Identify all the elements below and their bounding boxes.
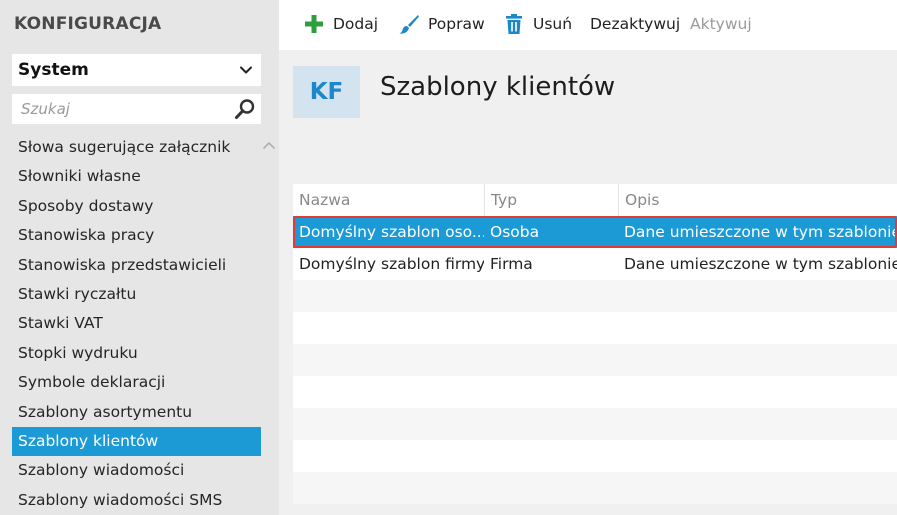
sidebar-item[interactable]: Szablony wiadomości SMS [12,486,261,515]
app-title: KONFIGURACJA [14,14,162,34]
brush-icon [399,15,419,34]
empty-row [293,472,897,504]
cell-name: Domyślny szablon oso... [299,223,484,241]
page-title: Szablony klientów [380,72,616,102]
cell-type: Osoba [490,223,540,241]
cell-type: Firma [490,255,533,273]
sidebar-item[interactable]: Stanowiska przedstawicieli [12,251,261,280]
activate-label: Aktywuj [690,15,752,33]
sidebar-item[interactable]: Słowniki własne [12,162,261,191]
grid-body: Domyślny szablon oso... Osoba Dane umieszc… [293,216,897,504]
delete-label: Usuń [533,15,573,33]
delete-button[interactable]: Usuń [503,12,572,36]
sidebar-item[interactable]: Symbole deklaracji [12,368,261,397]
table-row[interactable]: Domyślny szablon firmy Firma Dane umieszcz… [293,248,897,280]
sidebar: KONFIGURACJA System Słowa sugerujące zał… [0,0,279,515]
section-select-value: System [18,60,89,80]
sidebar-item[interactable]: Stopki wydruku [12,339,261,368]
edit-button[interactable]: Popraw [398,12,485,36]
sidebar-item[interactable]: Szablony klientów [12,426,261,457]
activate-button[interactable]: Aktywuj [690,12,752,36]
empty-row [293,376,897,408]
sidebar-item[interactable]: Sposoby dostawy [12,192,261,221]
column-header-type[interactable]: Typ [484,184,618,216]
chevron-down-icon [240,66,252,74]
templates-grid: Nazwa Typ Opis Domyślny szablon oso... Os… [293,184,897,515]
empty-row [293,344,897,376]
plus-icon [305,15,323,33]
empty-row [293,312,897,344]
column-header-name[interactable]: Nazwa [293,184,484,216]
sidebar-item[interactable]: Szablony asortymentu [12,398,261,427]
empty-row [293,440,897,472]
search-box [12,94,261,124]
sidebar-list: Słowa sugerujące załącznik Słowniki własn… [12,133,261,515]
column-header-description[interactable]: Opis [618,184,897,216]
toolbar: Dodaj Popraw Usuń Dezaktywuj Aktywuj [279,0,897,50]
deactivate-button[interactable]: Dezaktywuj [590,12,680,36]
page-badge: KF [293,66,360,118]
sidebar-item[interactable]: Słowa sugerujące załącznik [12,133,261,162]
chevron-up-icon[interactable] [262,139,276,151]
cell-description: Dane umieszczone w tym szablonie b [624,255,897,273]
deactivate-label: Dezaktywuj [590,15,681,33]
sidebar-item[interactable]: Szablony wiadomości [12,456,261,485]
table-row[interactable]: Domyślny szablon oso... Osoba Dane umieszc… [293,216,897,248]
add-label: Dodaj [333,15,379,33]
sidebar-item[interactable]: Stawki ryczałtu [12,280,261,309]
edit-label: Popraw [428,15,485,33]
add-button[interactable]: Dodaj [303,12,378,36]
grid-header: Nazwa Typ Opis [293,184,897,216]
cell-description: Dane umieszczone w tym szablonie b [624,223,897,241]
content-area: KF Szablony klientów Nazwa Typ Opis Domy… [279,50,897,515]
empty-row [293,408,897,440]
cell-name: Domyślny szablon firmy [299,255,484,273]
section-select[interactable]: System [12,54,261,86]
sidebar-item[interactable]: Stawki VAT [12,309,261,338]
search-icon[interactable] [233,97,257,121]
trash-icon [506,14,522,34]
search-input[interactable] [12,94,227,124]
sidebar-item[interactable]: Stanowiska pracy [12,221,261,250]
empty-row [293,280,897,312]
